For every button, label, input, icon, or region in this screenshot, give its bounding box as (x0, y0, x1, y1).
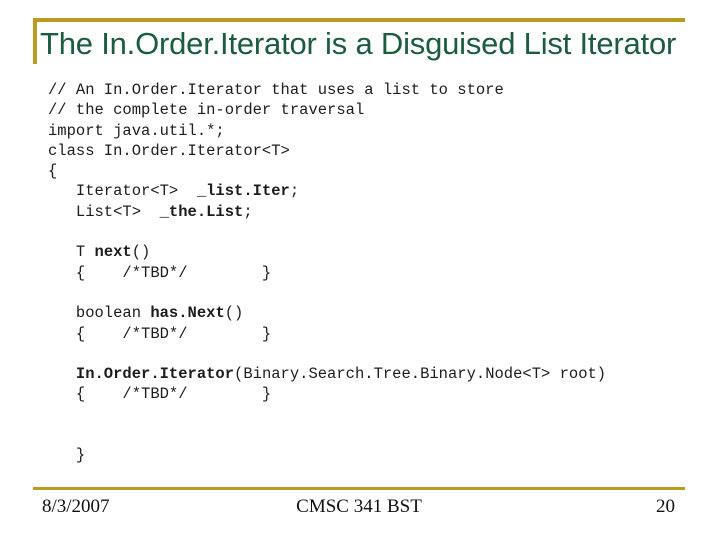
slide-title: The In.Order.Iterator is a Disguised Lis… (40, 26, 677, 61)
code-line: { /*TBD*/ } (48, 385, 272, 404)
code-line: // the complete in-order traversal (48, 101, 365, 120)
code-line: List<T> _the.List; (48, 202, 253, 221)
code-line: T next() (48, 243, 151, 262)
slide: The In.Order.Iterator is a Disguised Lis… (0, 0, 720, 540)
code-line: boolean has.Next() (48, 304, 244, 323)
gold-accent-left-rule (33, 18, 37, 64)
gold-accent-top-rule (33, 18, 685, 22)
slide-footer: 8/3/2007 CMSC 341 BST 20 (33, 496, 685, 524)
code-identifier: In.Order.Iterator (75, 365, 235, 384)
code-line: { (48, 162, 58, 181)
code-block: // An In.Order.Iterator that uses a list… (48, 80, 698, 466)
footer-divider-rule (33, 487, 685, 490)
code-line: class In.Order.Iterator<T> (48, 141, 290, 160)
code-line: Iterator<T> _list.Iter; (48, 182, 300, 201)
footer-course-label: CMSC 341 BST (296, 496, 422, 517)
code-line: // An In.Order.Iterator that uses a list… (48, 81, 504, 99)
code-identifier: _the.List (159, 202, 244, 221)
code-line: } (48, 446, 86, 465)
footer-page-number: 20 (656, 496, 675, 517)
code-identifier: _list.Iter (196, 182, 290, 201)
code-identifier: next (94, 243, 132, 262)
code-line: { /*TBD*/ } (48, 324, 272, 343)
code-line: import java.util.*; (48, 121, 225, 140)
code-line: In.Order.Iterator(Binary.Search.Tree.Bin… (75, 365, 607, 384)
code-line: { /*TBD*/ } (48, 263, 272, 282)
code-identifier: has.Next (150, 304, 225, 323)
